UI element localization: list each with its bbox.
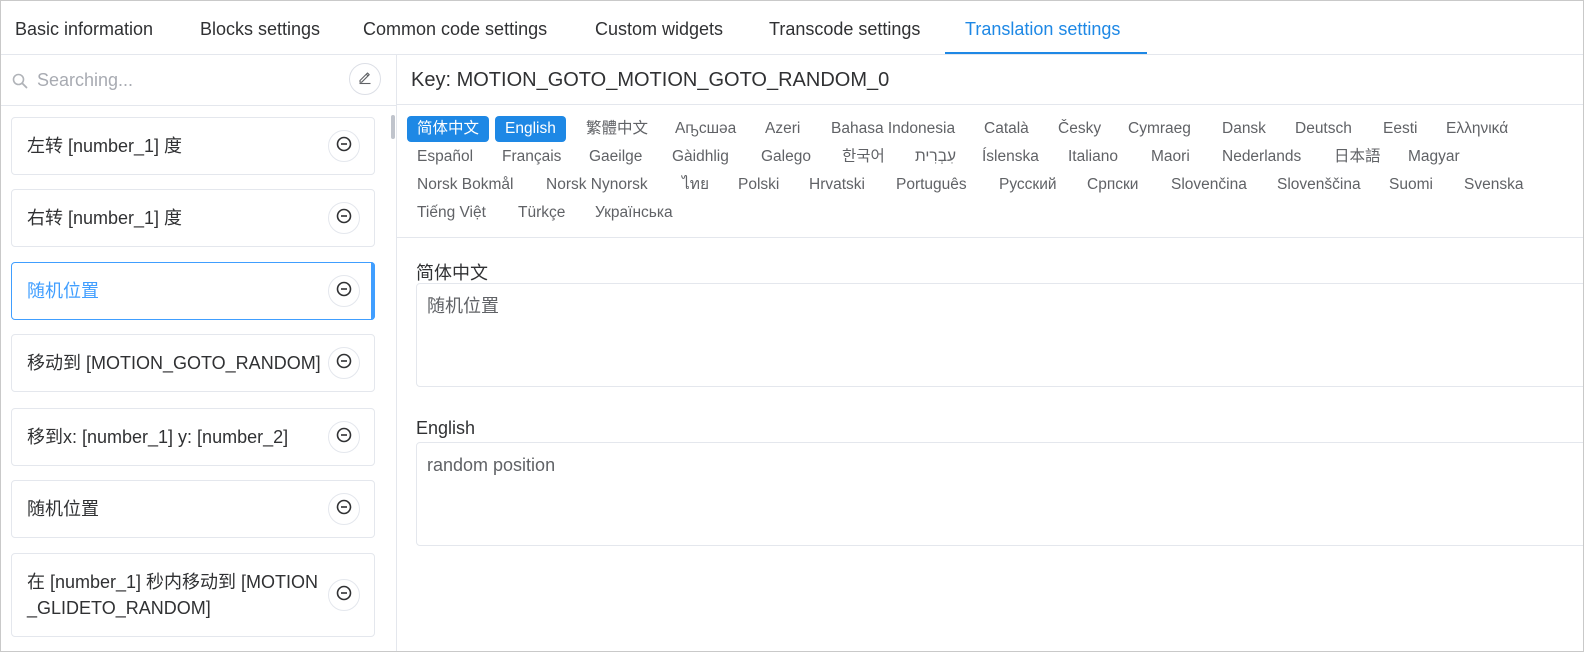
language-option[interactable]: Slovenčina bbox=[1171, 172, 1247, 198]
language-option[interactable]: Svenska bbox=[1464, 172, 1523, 198]
tab-basic-information[interactable]: Basic information bbox=[15, 1, 153, 55]
translation-input-en[interactable]: random position bbox=[416, 442, 1583, 546]
tab-common-code-settings[interactable]: Common code settings bbox=[363, 1, 547, 55]
block-item[interactable]: 在 [number_1] 秒内移动到 [MOTION_GLIDETO_RANDO… bbox=[11, 553, 375, 637]
translation-value: 随机位置 bbox=[427, 296, 499, 316]
remove-block-button[interactable] bbox=[328, 275, 360, 307]
language-option[interactable]: 繁體中文 bbox=[586, 116, 648, 142]
language-option[interactable]: Magyar bbox=[1408, 144, 1460, 170]
field-label-en: English bbox=[416, 418, 476, 438]
language-option[interactable]: Italiano bbox=[1068, 144, 1118, 170]
blocks-sidebar: 左转 [number_1] 度 右转 [number_1] 度 随机位置 移动到… bbox=[1, 55, 397, 651]
language-option[interactable]: Ελληνικά bbox=[1446, 116, 1508, 142]
remove-block-button[interactable] bbox=[328, 202, 360, 234]
language-option[interactable]: Deutsch bbox=[1295, 116, 1352, 142]
language-option[interactable]: Íslenska bbox=[982, 144, 1039, 170]
language-option[interactable]: Gàidhlig bbox=[672, 144, 729, 170]
tab-blocks-settings[interactable]: Blocks settings bbox=[200, 1, 320, 55]
language-option[interactable]: Slovenščina bbox=[1277, 172, 1361, 198]
key-value: MOTION_GOTO_MOTION_GOTO_RANDOM_0 bbox=[456, 69, 890, 91]
language-option[interactable]: Hrvatski bbox=[809, 172, 865, 198]
block-item[interactable]: 移到x: [number_1] y: [number_2] bbox=[11, 408, 375, 466]
tab-custom-widgets[interactable]: Custom widgets bbox=[595, 1, 723, 55]
edit-icon bbox=[357, 69, 373, 90]
language-option[interactable]: עִבְרִית bbox=[915, 144, 956, 170]
language-option[interactable]: Français bbox=[502, 144, 561, 170]
language-option[interactable]: Nederlands bbox=[1222, 144, 1301, 170]
language-option[interactable]: ไทย bbox=[682, 172, 709, 198]
minus-circle-icon bbox=[335, 498, 353, 521]
language-option[interactable]: Српски bbox=[1087, 172, 1138, 198]
translation-panel: Key: MOTION_GOTO_MOTION_GOTO_RANDOM_0 简体… bbox=[397, 55, 1583, 651]
language-option[interactable]: Suomi bbox=[1389, 172, 1433, 198]
translation-value: random position bbox=[427, 455, 556, 475]
block-item[interactable]: 左转 [number_1] 度 bbox=[11, 117, 375, 175]
block-item-label: 左转 [number_1] 度 bbox=[27, 136, 183, 156]
language-option[interactable]: Cymraeg bbox=[1128, 116, 1191, 142]
language-option[interactable]: Аҧсшәа bbox=[675, 116, 736, 142]
minus-circle-icon bbox=[335, 135, 353, 158]
block-item-label: 移到x: [number_1] y: [number_2] bbox=[27, 427, 289, 447]
remove-block-button[interactable] bbox=[328, 421, 360, 453]
tab-bar: Basic information Blocks settings Common… bbox=[1, 1, 1583, 55]
search-input[interactable] bbox=[35, 64, 335, 96]
language-option[interactable]: Eesti bbox=[1383, 116, 1417, 142]
language-option[interactable]: Maori bbox=[1151, 144, 1190, 170]
key-prefix: Key: bbox=[411, 69, 457, 91]
language-option[interactable]: Русский bbox=[999, 172, 1057, 198]
remove-block-button[interactable] bbox=[328, 130, 360, 162]
language-option[interactable]: Česky bbox=[1058, 116, 1101, 142]
edit-button[interactable] bbox=[349, 63, 381, 95]
language-option[interactable]: Português bbox=[896, 172, 967, 198]
language-option[interactable]: Español bbox=[417, 144, 473, 170]
minus-circle-icon bbox=[335, 584, 353, 607]
minus-circle-icon bbox=[335, 352, 353, 375]
block-item[interactable]: 随机位置 bbox=[11, 480, 375, 538]
language-selector: 简体中文 English 繁體中文 Аҧсшәа Azeri Bahasa In… bbox=[397, 106, 1583, 238]
sidebar-scrollbar[interactable] bbox=[391, 115, 395, 139]
block-item-label: 右转 [number_1] 度 bbox=[27, 208, 183, 228]
minus-circle-icon bbox=[335, 426, 353, 449]
language-option-selected[interactable]: English bbox=[495, 116, 566, 142]
block-item[interactable]: 移动到 [MOTION_GOTO_RANDOM] bbox=[11, 334, 375, 392]
language-option[interactable]: Dansk bbox=[1222, 116, 1266, 142]
translation-input-zh-cn[interactable]: 随机位置 bbox=[416, 283, 1583, 387]
tab-transcode-settings[interactable]: Transcode settings bbox=[769, 1, 920, 55]
remove-block-button[interactable] bbox=[328, 347, 360, 379]
block-item-label: 随机位置 bbox=[27, 499, 99, 519]
minus-circle-icon bbox=[335, 207, 353, 230]
language-option[interactable]: Gaeilge bbox=[589, 144, 642, 170]
minus-circle-icon bbox=[335, 280, 353, 303]
block-item-label: 随机位置 bbox=[27, 281, 99, 301]
language-option[interactable]: Tiếng Việt bbox=[417, 200, 486, 226]
search-bar bbox=[1, 55, 396, 106]
block-item-selected[interactable]: 随机位置 bbox=[11, 262, 375, 320]
field-label-zh-cn: 简体中文 bbox=[416, 263, 488, 283]
language-option[interactable]: Català bbox=[984, 116, 1029, 142]
tab-translation-settings[interactable]: Translation settings bbox=[965, 1, 1120, 55]
language-option[interactable]: Norsk Nynorsk bbox=[546, 172, 648, 198]
block-item[interactable]: 右转 [number_1] 度 bbox=[11, 189, 375, 247]
key-header: Key: MOTION_GOTO_MOTION_GOTO_RANDOM_0 bbox=[397, 55, 1583, 105]
remove-block-button[interactable] bbox=[328, 493, 360, 525]
block-item-label: 在 [number_1] 秒内移动到 [MOTION_GLIDETO_RANDO… bbox=[27, 572, 319, 618]
language-option[interactable]: Azeri bbox=[765, 116, 800, 142]
language-option[interactable]: Bahasa Indonesia bbox=[831, 116, 955, 142]
translation-settings-window: Basic information Blocks settings Common… bbox=[0, 0, 1584, 652]
search-icon bbox=[11, 72, 29, 90]
language-option[interactable]: Norsk Bokmål bbox=[417, 172, 513, 198]
language-option[interactable]: Türkçe bbox=[518, 200, 565, 226]
remove-block-button[interactable] bbox=[328, 579, 360, 611]
language-option[interactable]: Galego bbox=[761, 144, 811, 170]
language-option[interactable]: Polski bbox=[738, 172, 779, 198]
active-tab-indicator bbox=[945, 52, 1147, 54]
language-option-selected[interactable]: 简体中文 bbox=[407, 116, 490, 142]
language-option[interactable]: Українська bbox=[595, 200, 673, 226]
language-option[interactable]: 한국어 bbox=[842, 144, 885, 170]
block-item-label: 移动到 [MOTION_GOTO_RANDOM] bbox=[27, 353, 321, 373]
language-option[interactable]: 日本語 bbox=[1334, 144, 1381, 170]
selected-indicator bbox=[371, 262, 375, 320]
